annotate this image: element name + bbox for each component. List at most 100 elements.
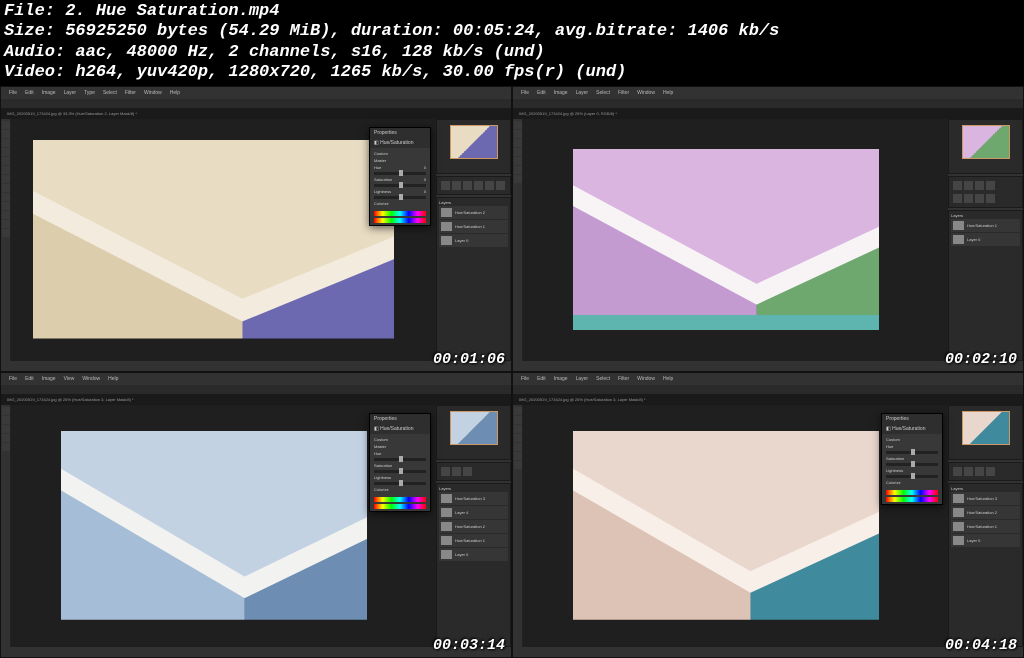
menu-select[interactable]: Select (596, 90, 610, 96)
menu-image[interactable]: Image (554, 376, 568, 382)
options-bar[interactable] (1, 385, 511, 395)
menu-help[interactable]: Help (170, 90, 180, 96)
curves-icon[interactable] (463, 181, 472, 190)
adjustments-panel[interactable] (948, 462, 1023, 481)
lightness-slider[interactable] (886, 475, 938, 478)
tool-lasso-icon[interactable] (514, 425, 522, 433)
hue-slider[interactable] (374, 458, 426, 461)
layer-item[interactable]: Hue/Saturation 2 (439, 206, 508, 219)
layer-item[interactable]: Layer 0 (439, 234, 508, 247)
layer-item[interactable]: Layer 0 (439, 548, 508, 561)
tool-eraser-icon[interactable] (2, 193, 10, 201)
menu-help[interactable]: Help (663, 90, 673, 96)
colorize-checkbox[interactable]: Colorize (886, 480, 901, 485)
layer-item[interactable]: Layer 0 (951, 534, 1020, 547)
brightness-icon[interactable] (953, 181, 962, 190)
brightness-icon[interactable] (441, 467, 450, 476)
tool-brush-icon[interactable] (514, 434, 522, 442)
hue-icon[interactable] (986, 181, 995, 190)
tool-brush-icon[interactable] (514, 157, 522, 165)
levels-icon[interactable] (964, 467, 973, 476)
menu-image[interactable]: Image (42, 90, 56, 96)
tool-lasso-icon[interactable] (514, 139, 522, 147)
layer-item[interactable]: Hue/Saturation 3 (439, 492, 508, 505)
tool-marquee-icon[interactable] (2, 416, 10, 424)
document-tab[interactable]: IMG_20200519_173424.jpg @ 25% (Layer 0, … (513, 109, 1023, 119)
tool-marquee-icon[interactable] (514, 416, 522, 424)
exposure-icon[interactable] (474, 181, 483, 190)
threshold-icon[interactable] (986, 194, 995, 203)
colorize-checkbox[interactable]: Colorize (374, 487, 389, 492)
tool-move-icon[interactable] (2, 407, 10, 415)
hue-slider[interactable] (374, 172, 426, 175)
menu-layer[interactable]: Layer (576, 90, 589, 96)
tool-crop-icon[interactable] (514, 148, 522, 156)
adjustments-panel[interactable] (436, 176, 511, 195)
levels-icon[interactable] (452, 467, 461, 476)
menu-edit[interactable]: Edit (537, 376, 546, 382)
tool-lasso-icon[interactable] (2, 425, 10, 433)
menu-window[interactable]: Window (637, 376, 655, 382)
document-tab[interactable]: IMG_20200519_173424.jpg @ 25% (Hue/Satur… (513, 395, 1023, 405)
tool-hand-icon[interactable] (2, 443, 10, 451)
tools-panel[interactable] (1, 405, 11, 647)
hue-icon[interactable] (986, 467, 995, 476)
menu-select[interactable]: Select (596, 376, 610, 382)
menu-edit[interactable]: Edit (25, 376, 34, 382)
navigator-thumb[interactable] (450, 125, 498, 159)
tool-move-icon[interactable] (2, 121, 10, 129)
tool-eyedropper-icon[interactable] (2, 166, 10, 174)
tool-text-icon[interactable] (2, 211, 10, 219)
tool-zoom-icon[interactable] (2, 229, 10, 237)
tool-hand-icon[interactable] (514, 175, 522, 183)
colorize-checkbox[interactable]: Colorize (374, 201, 389, 206)
layer-item[interactable]: Hue/Saturation 1 (439, 220, 508, 233)
hue-icon[interactable] (485, 181, 494, 190)
menu-layer[interactable]: Layer (576, 376, 589, 382)
tool-text-icon[interactable] (514, 452, 522, 460)
layer-item[interactable]: Layer 4 (439, 506, 508, 519)
menu-help[interactable]: Help (663, 376, 673, 382)
options-bar[interactable] (1, 99, 511, 109)
saturation-slider[interactable] (374, 184, 426, 187)
adjustments-panel[interactable] (436, 462, 511, 481)
menu-file[interactable]: File (521, 376, 529, 382)
curves-icon[interactable] (975, 467, 984, 476)
tool-brush-icon[interactable] (2, 434, 10, 442)
navigator-panel[interactable] (436, 119, 511, 174)
navigator-panel[interactable] (948, 119, 1023, 174)
menubar[interactable]: File Edit Image Layer Select Filter Wind… (513, 373, 1023, 385)
menubar[interactable]: File Edit Image Layer Select Filter Wind… (513, 87, 1023, 99)
menu-edit[interactable]: Edit (25, 90, 34, 96)
menu-file[interactable]: File (9, 90, 17, 96)
adjustments-panel[interactable] (948, 176, 1023, 208)
canvas[interactable] (523, 119, 948, 361)
menu-window[interactable]: Window (144, 90, 162, 96)
levels-icon[interactable] (452, 181, 461, 190)
color-balance-icon[interactable] (953, 194, 962, 203)
properties-panel[interactable]: Properties ◧ Hue/Saturation Custom Maste… (369, 413, 431, 512)
layers-panel[interactable]: Layers Hue/Saturation 3 Layer 4 Hue/Satu… (436, 483, 511, 647)
tool-move-icon[interactable] (514, 121, 522, 129)
menu-filter[interactable]: Filter (125, 90, 136, 96)
options-bar[interactable] (513, 385, 1023, 395)
layer-item[interactable]: Hue/Saturation 1 (951, 219, 1020, 232)
options-bar[interactable] (513, 99, 1023, 109)
lightness-slider[interactable] (374, 196, 426, 199)
menu-filter[interactable]: Filter (618, 90, 629, 96)
menu-window[interactable]: Window (637, 90, 655, 96)
saturation-slider[interactable] (374, 470, 426, 473)
tool-hand-icon[interactable] (514, 461, 522, 469)
tool-marquee-icon[interactable] (514, 130, 522, 138)
menu-select[interactable]: Select (103, 90, 117, 96)
properties-panel[interactable]: Properties ◧ Hue/Saturation Custom Hue S… (881, 413, 943, 505)
menu-help[interactable]: Help (108, 376, 118, 382)
saturation-slider[interactable] (886, 463, 938, 466)
menu-type[interactable]: Type (84, 90, 95, 96)
levels-icon[interactable] (964, 181, 973, 190)
tool-crop-icon[interactable] (2, 157, 10, 165)
menu-layer[interactable]: Layer (64, 90, 77, 96)
navigator-panel[interactable] (948, 405, 1023, 460)
curves-icon[interactable] (975, 181, 984, 190)
hue-icon[interactable] (463, 467, 472, 476)
